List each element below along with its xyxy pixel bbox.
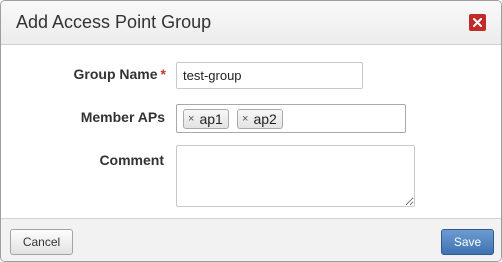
member-aps-tag-input[interactable]: × ap1 × ap2 (176, 104, 406, 133)
dialog-titlebar: Add Access Point Group (1, 1, 501, 45)
tag-label: ap1 (199, 111, 223, 127)
member-ap-tag: × ap2 (237, 109, 283, 129)
member-ap-tag: × ap1 (183, 109, 229, 129)
group-name-input[interactable] (176, 62, 363, 89)
tag-remove-icon[interactable]: × (188, 113, 194, 125)
dialog-footer: Cancel Save (1, 218, 501, 261)
comment-textarea[interactable] (176, 145, 415, 207)
tag-label: ap2 (253, 111, 277, 127)
save-button[interactable]: Save (441, 229, 494, 255)
dialog-title: Add Access Point Group (16, 12, 212, 32)
cancel-button[interactable]: Cancel (10, 229, 73, 255)
add-access-point-group-dialog: Add Access Point Group Group Name* Membe… (0, 0, 502, 262)
comment-label: Comment (99, 152, 164, 168)
group-name-label: Group Name * (74, 66, 166, 82)
required-asterisk: * (160, 66, 166, 82)
member-aps-label: Member APs (80, 109, 165, 125)
tag-remove-icon[interactable]: × (242, 113, 248, 125)
close-icon (473, 18, 482, 27)
group-name-label-text: Group Name (73, 66, 158, 82)
close-button[interactable] (469, 14, 486, 31)
